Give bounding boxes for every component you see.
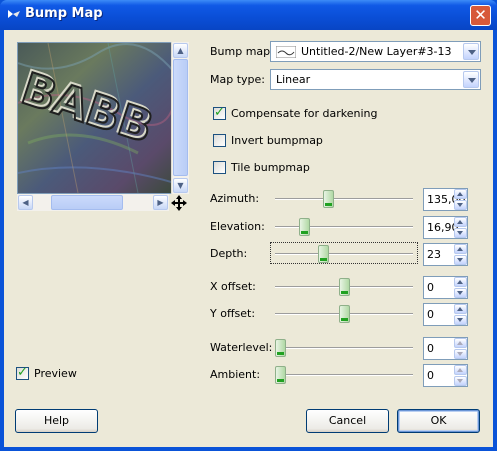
compensate-label: Compensate for darkening: [231, 107, 378, 120]
map-type-select[interactable]: Linear: [270, 69, 481, 90]
vertical-scroll-thumb[interactable]: [173, 59, 188, 176]
close-button[interactable]: ✕: [470, 5, 491, 26]
layer-thumbnail-icon: [276, 46, 296, 58]
spin-up-icon[interactable]: [454, 365, 467, 375]
bump-map-select[interactable]: Untitled-2/New Layer#3-13: [270, 41, 481, 62]
spin-down-icon[interactable]: [454, 228, 467, 238]
chevron-down-icon[interactable]: [463, 71, 479, 88]
spinbox-value: 0: [427, 369, 434, 382]
pan-move-icon[interactable]: [171, 195, 187, 211]
spin-up-icon[interactable]: [454, 304, 467, 314]
bump-preview-render: BABB BABB: [18, 43, 175, 193]
ok-button[interactable]: OK: [397, 409, 480, 433]
spin-down-icon[interactable]: [454, 349, 467, 359]
tile-bumpmap-checkbox[interactable]: [213, 161, 226, 174]
azimuth-label: Azimuth:: [210, 192, 260, 205]
y-offset-label: Y offset:: [210, 307, 256, 320]
scroll-down-icon[interactable]: ▼: [173, 178, 188, 193]
azimuth-slider-handle[interactable]: [323, 190, 334, 208]
waterlevel-slider-track[interactable]: [275, 347, 413, 349]
compensate-checkbox[interactable]: [213, 105, 226, 120]
waterlevel-spinbox[interactable]: 0: [423, 337, 468, 360]
x-offset-slider-handle[interactable]: [339, 278, 350, 296]
depth-slider-track[interactable]: [275, 253, 413, 255]
chevron-down-icon[interactable]: [463, 43, 479, 60]
preview-image[interactable]: BABB BABB: [17, 42, 176, 194]
spinbox-value: 0: [427, 342, 434, 355]
scroll-right-icon[interactable]: ▶: [153, 195, 168, 210]
azimuth-spinbox[interactable]: 135,00: [423, 188, 468, 211]
azimuth-slider-track[interactable]: [275, 198, 413, 200]
elevation-slider-handle[interactable]: [299, 218, 310, 236]
ambient-spinbox[interactable]: 0: [423, 364, 468, 387]
close-icon: ✕: [474, 6, 487, 24]
invert-bumpmap-label: Invert bumpmap: [231, 134, 323, 147]
spin-down-icon[interactable]: [454, 376, 467, 386]
ambient-slider-handle[interactable]: [275, 366, 286, 384]
waterlevel-label: Waterlevel:: [210, 341, 273, 354]
window-title: Bump Map: [25, 6, 103, 21]
scroll-up-icon[interactable]: ▲: [173, 43, 188, 58]
spin-up-icon[interactable]: [454, 244, 467, 254]
dialog-body: BABB BABB ▲ ▼ ◀ ▶ Preview Bump map:: [4, 30, 493, 447]
spin-down-icon[interactable]: [454, 288, 467, 298]
x-offset-spinbox[interactable]: 0: [423, 276, 468, 299]
ambient-label: Ambient:: [210, 368, 261, 381]
elevation-label: Elevation:: [210, 220, 265, 233]
invert-bumpmap-checkbox[interactable]: [213, 134, 226, 147]
preview-checkbox[interactable]: [16, 365, 29, 380]
x-offset-label: X offset:: [210, 280, 256, 293]
spinbox-value: 0: [427, 308, 434, 321]
preview-horizontal-scrollbar[interactable]: ◀ ▶: [17, 194, 169, 211]
depth-label: Depth:: [210, 247, 248, 260]
y-offset-slider-handle[interactable]: [339, 305, 350, 323]
help-button[interactable]: Help: [15, 409, 98, 433]
spin-down-icon[interactable]: [454, 200, 467, 210]
tile-bumpmap-label: Tile bumpmap: [231, 161, 310, 174]
map-type-value: Linear: [276, 73, 311, 86]
spin-up-icon[interactable]: [454, 217, 467, 227]
spin-up-icon[interactable]: [454, 338, 467, 348]
horizontal-scroll-thumb[interactable]: [51, 195, 123, 210]
map-type-label: Map type:: [210, 73, 265, 86]
depth-slider-handle[interactable]: [318, 245, 329, 263]
elevation-spinbox[interactable]: 16,90: [423, 216, 468, 239]
y-offset-spinbox[interactable]: 0: [423, 303, 468, 326]
spin-down-icon[interactable]: [454, 255, 467, 265]
ambient-slider-track[interactable]: [275, 374, 413, 376]
waterlevel-slider-handle[interactable]: [275, 339, 286, 357]
bump-map-value: Untitled-2/New Layer#3-13: [301, 45, 452, 58]
preview-vertical-scrollbar[interactable]: ▲ ▼: [171, 42, 189, 194]
spin-up-icon[interactable]: [454, 189, 467, 199]
spin-up-icon[interactable]: [454, 277, 467, 287]
scroll-left-icon[interactable]: ◀: [18, 195, 33, 210]
spinbox-value: 0: [427, 281, 434, 294]
bump-map-label: Bump map:: [210, 45, 274, 58]
preview-label: Preview: [34, 367, 77, 380]
depth-spinbox[interactable]: 23: [423, 243, 468, 266]
title-bar[interactable]: Bump Map ✕: [0, 0, 497, 30]
spin-down-icon[interactable]: [454, 315, 467, 325]
gimp-app-icon: [8, 10, 20, 18]
elevation-slider-track[interactable]: [275, 226, 413, 228]
dialog-window: Bump Map ✕ BABB BABB ▲ ▼ ◀ ▶ ✓ Preview B…: [0, 0, 497, 451]
spinbox-value: 23: [427, 248, 441, 261]
cancel-button[interactable]: Cancel: [306, 409, 389, 433]
